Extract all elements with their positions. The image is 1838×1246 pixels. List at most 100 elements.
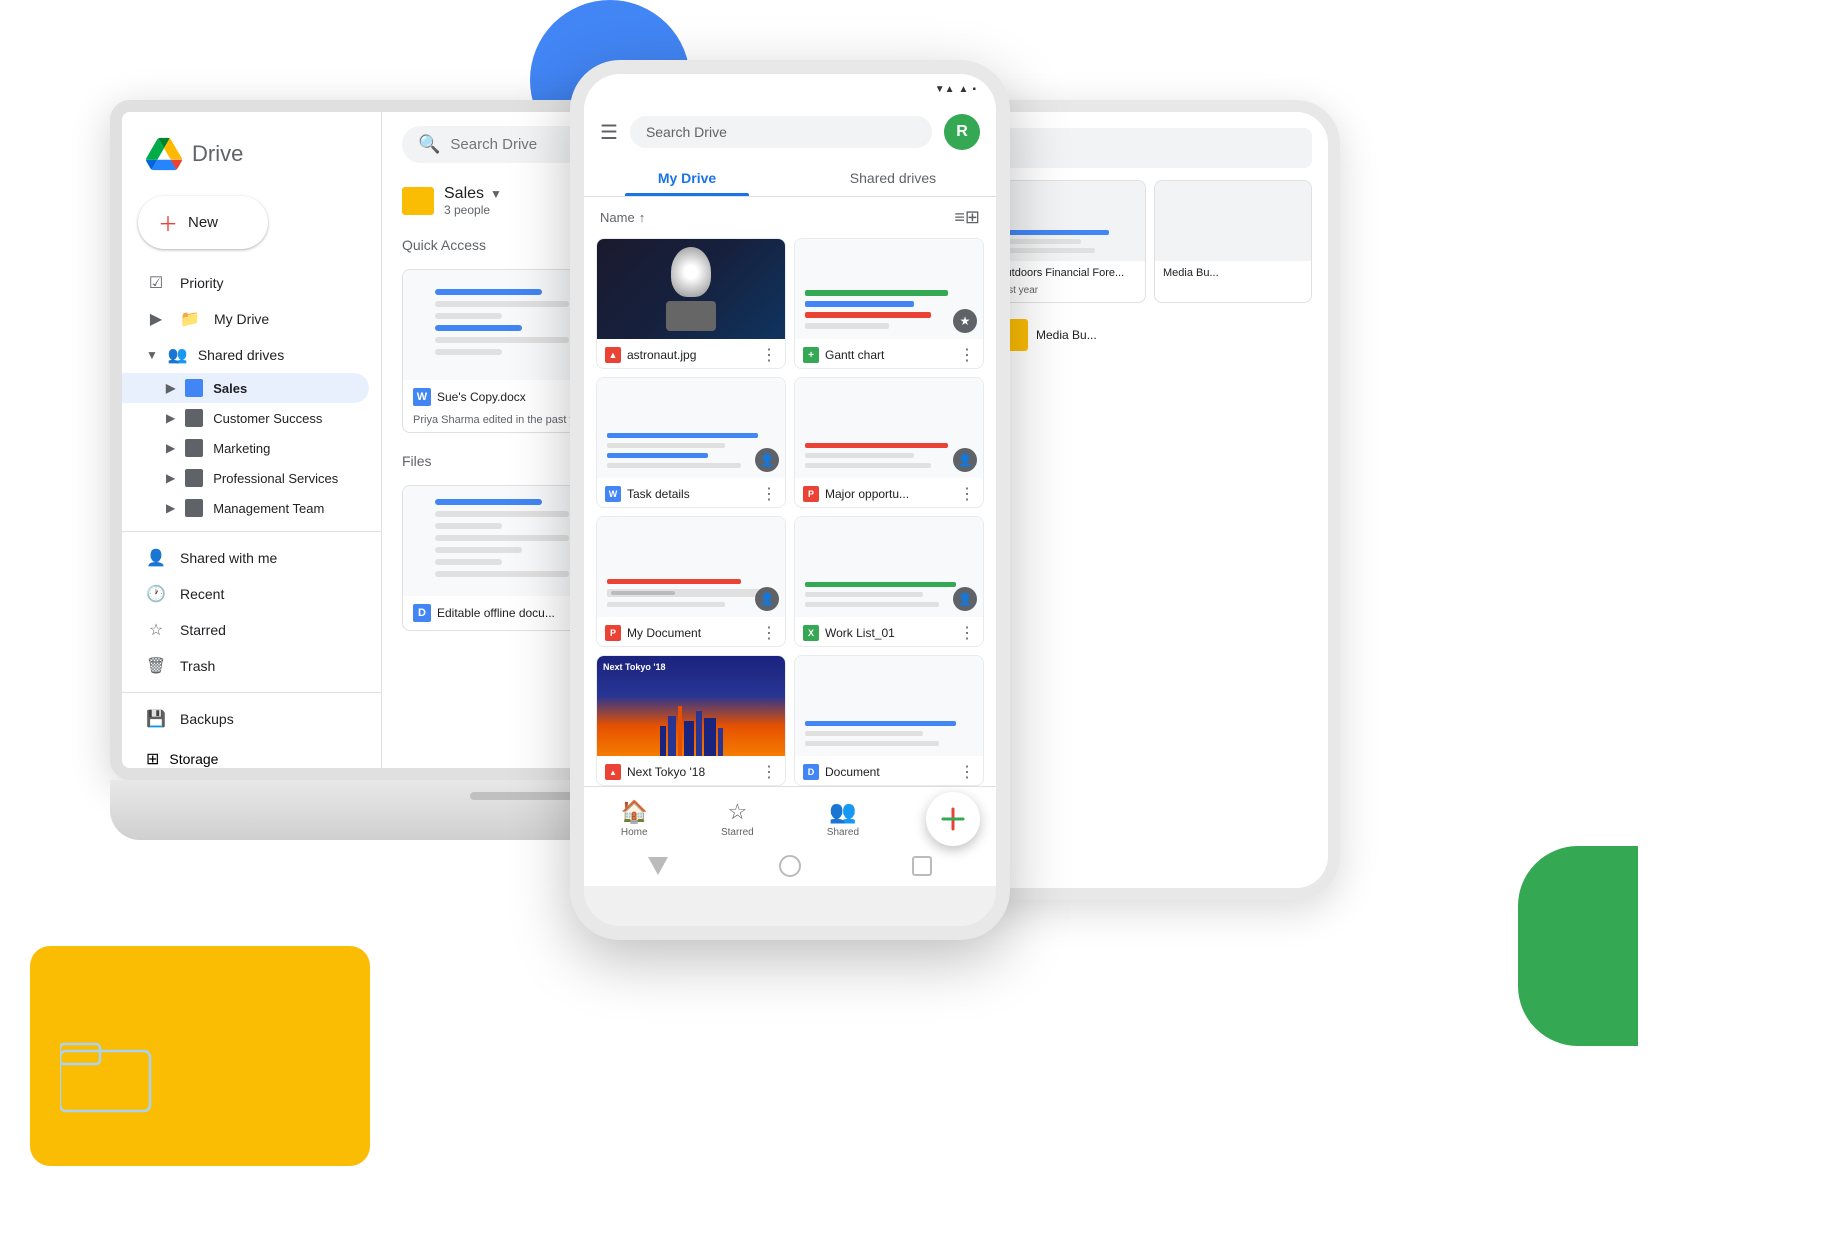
file-info-gantt: + Gantt chart ⋮ (795, 339, 983, 369)
phone-header: ☰ Search Drive R (584, 104, 996, 160)
sidebar-sub-customer-success[interactable]: ▶ Customer Success (122, 403, 369, 433)
mkt-folder-icon (185, 439, 203, 457)
ps-folder-icon (185, 469, 203, 487)
tab-my-drive[interactable]: My Drive (584, 160, 790, 196)
phone-files-grid: ▲ astronaut.jpg ⋮ ★ (584, 238, 996, 786)
phone-file-name-my-document: My Document (627, 626, 755, 640)
nav-shared-label: Shared (827, 827, 859, 838)
nav-item-home[interactable]: 🏠 Home (605, 795, 664, 842)
file-card-doc8[interactable]: D Document ⋮ (794, 655, 984, 786)
folder-name: Sales (444, 185, 484, 203)
phone-gesture-bar (584, 846, 996, 886)
more-icon-major[interactable]: ⋮ (959, 484, 975, 504)
more-icon-task[interactable]: ⋮ (761, 484, 777, 504)
phone2-folder-row: Media Bu... (988, 311, 1312, 359)
file-type-icon-pdf: P (803, 486, 819, 502)
my-drive-chevron: ▶ (146, 309, 166, 329)
fab-button[interactable] (926, 792, 980, 846)
file-preview-doc8 (795, 656, 983, 756)
astronaut-image (597, 239, 785, 339)
sidebar-item-shared-with-me[interactable]: 👤 Shared with me (122, 540, 369, 576)
ps-expand-icon: ▶ (166, 471, 175, 485)
list-view-icon[interactable]: ≡⊞ (954, 207, 980, 228)
new-button-label: New (188, 214, 218, 231)
file-type-icon-word: W (605, 486, 621, 502)
recent-icon: 🕐 (146, 584, 166, 604)
more-icon-work-list[interactable]: ⋮ (959, 623, 975, 643)
storage-section: ⊞ Storage 30.7 GB used (122, 737, 381, 780)
preview-line (435, 511, 569, 517)
file-type-icon-img2: ▲ (605, 764, 621, 780)
sidebar-logo-text: Drive (192, 141, 243, 167)
file-card-major-opport[interactable]: 👤 P Major opportu... ⋮ (794, 377, 984, 508)
trash-icon: 🗑 (146, 656, 166, 676)
sidebar-sub-mgmt-team[interactable]: ▶ Management Team (122, 493, 369, 523)
sidebar-sub-sales[interactable]: ▶ Sales (122, 373, 369, 403)
file-card-task-details[interactable]: 👤 W Task details ⋮ (596, 377, 786, 508)
file-card-tokyo[interactable]: Next Tokyo '18 ▲ Next Tokyo '18 ⋮ (596, 655, 786, 786)
file-info-doc8: D Document ⋮ (795, 756, 983, 786)
sidebar-item-trash[interactable]: 🗑 Trash (122, 648, 369, 684)
more-icon-gantt[interactable]: ⋮ (959, 345, 975, 365)
file-preview-tokyo: Next Tokyo '18 (597, 656, 785, 756)
more-icon-doc8[interactable]: ⋮ (959, 762, 975, 782)
sort-label[interactable]: Name ↑ (600, 210, 645, 225)
file-card-gantt[interactable]: ★ + Gantt chart ⋮ (794, 238, 984, 369)
sidebar-item-starred[interactable]: ☆ Starred (122, 612, 369, 648)
back-gesture-icon[interactable] (648, 857, 668, 875)
sidebar-item-backups[interactable]: 💾 Backups (122, 701, 369, 737)
file-card-astronaut[interactable]: ▲ astronaut.jpg ⋮ (596, 238, 786, 369)
phone2-file-name-2: Media Bu... (1155, 261, 1311, 285)
sort-direction: ↑ (639, 210, 646, 225)
sidebar-divider-1 (122, 531, 381, 532)
preview-line (435, 571, 569, 577)
phone2-content: Outdoors Financial Fore... past year Med… (972, 112, 1328, 888)
phone-search-bar[interactable]: Search Drive (630, 116, 932, 148)
nav-item-shared[interactable]: 👥 Shared (811, 795, 875, 842)
phone2-media-folder-name: Media Bu... (1036, 328, 1097, 342)
mt-folder-icon (185, 499, 203, 517)
sidebar-sub-marketing[interactable]: ▶ Marketing (122, 433, 369, 463)
priority-icon: ☑ (146, 273, 166, 293)
file-card-work-list[interactable]: 👤 X Work List_01 ⋮ (794, 516, 984, 647)
sidebar-sub-pro-services[interactable]: ▶ Professional Services (122, 463, 369, 493)
phone2-file-card-1: Outdoors Financial Fore... past year (988, 180, 1146, 303)
tokyo-image: Next Tokyo '18 (597, 656, 785, 756)
preview-line (435, 325, 522, 331)
sales-expand-icon: ▶ (166, 381, 175, 395)
shared-drives-header[interactable]: ▼ 👥 Shared drives (122, 337, 381, 373)
tab-my-drive-label: My Drive (658, 170, 716, 186)
sidebar-item-my-drive[interactable]: ▶ 📁 My Drive (122, 301, 369, 337)
more-icon-astronaut[interactable]: ⋮ (761, 345, 777, 365)
starred-label: Starred (180, 622, 226, 638)
storage-fill (146, 775, 273, 779)
phone-avatar[interactable]: R (944, 114, 980, 150)
phone-file-name-tokyo: Next Tokyo '18 (627, 765, 755, 779)
storage-icon: ⊞ (146, 749, 159, 769)
sidebar-item-recent[interactable]: 🕐 Recent (122, 576, 369, 612)
recents-gesture-icon[interactable] (912, 856, 932, 876)
phone-file-name-major: Major opportu... (825, 487, 953, 501)
home-gesture-icon[interactable] (779, 855, 801, 877)
more-icon-tokyo[interactable]: ⋮ (761, 762, 777, 782)
sidebar-divider-2 (122, 692, 381, 693)
my-drive-icon: 📁 (180, 309, 200, 329)
phone-status-bar: ▼▲ ▲ ▪ (584, 74, 996, 104)
cs-label: Customer Success (213, 411, 322, 426)
nav-item-starred[interactable]: ☆ Starred (705, 795, 770, 842)
file-info-task-details: W Task details ⋮ (597, 478, 785, 508)
folder-dropdown-icon[interactable]: ▼ (490, 187, 502, 201)
sidebar-item-priority[interactable]: ☑ Priority (122, 265, 369, 301)
preview-line (435, 547, 522, 553)
more-icon-my-document[interactable]: ⋮ (761, 623, 777, 643)
storage-bar (146, 775, 357, 779)
file-type-icon-ppt: P (605, 625, 621, 641)
file-card-my-document[interactable]: 👤 P My Document ⋮ (596, 516, 786, 647)
phone-menu-icon[interactable]: ☰ (600, 120, 618, 145)
drive-logo-icon (146, 136, 182, 172)
new-button[interactable]: ＋ New (138, 196, 268, 249)
phone2-files-grid: Outdoors Financial Fore... past year Med… (988, 180, 1312, 303)
ps-label: Professional Services (213, 471, 338, 486)
file-preview-lines-3 (423, 487, 581, 595)
tab-shared-drives[interactable]: Shared drives (790, 160, 996, 196)
